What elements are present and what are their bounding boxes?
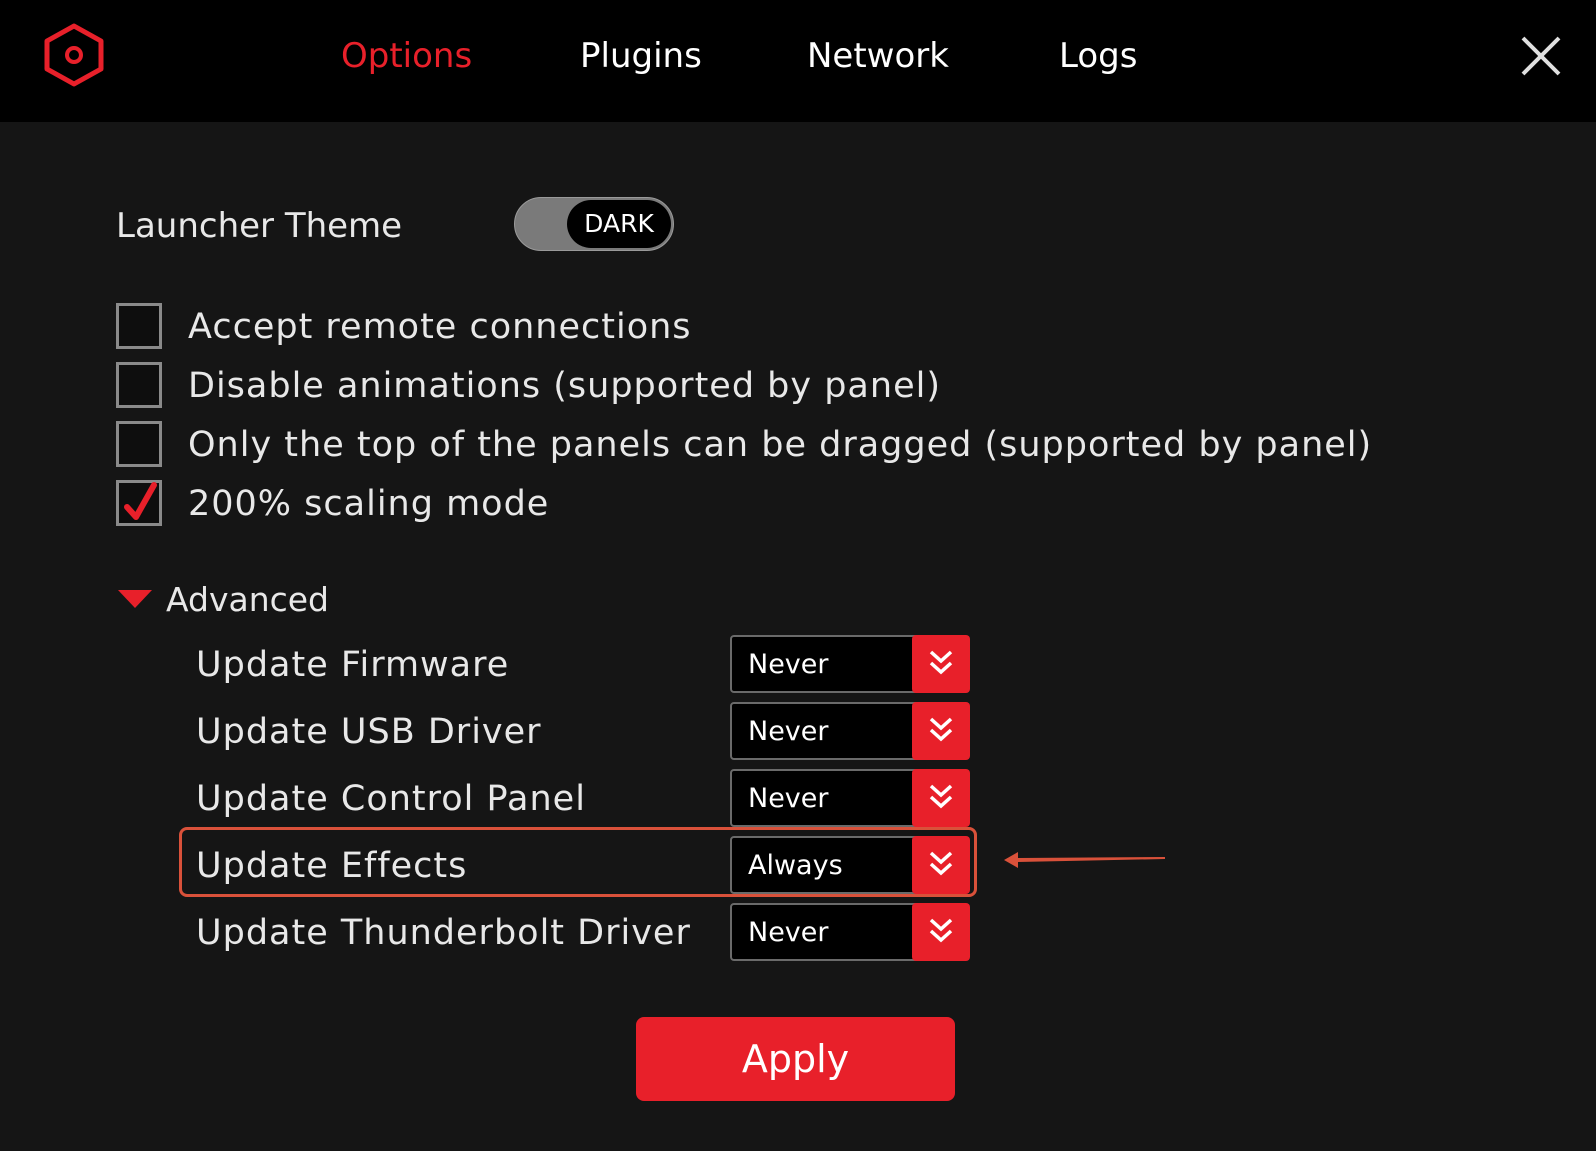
select-value: Never bbox=[748, 917, 829, 948]
checkbox-label: Disable animations (supported by panel) bbox=[188, 366, 941, 406]
disable-animations-option[interactable]: Disable animations (supported by panel) bbox=[116, 362, 946, 410]
highlight-box bbox=[179, 827, 977, 897]
update-thunderbolt-driver-select[interactable]: Never bbox=[730, 903, 970, 961]
apply-button[interactable]: Apply bbox=[636, 1017, 955, 1101]
checkbox-label: Only the top of the panels can be dragge… bbox=[188, 425, 1373, 465]
update-control-panel-label: Update Control Panel bbox=[196, 779, 586, 819]
select-value: Never bbox=[748, 783, 829, 814]
update-firmware-select[interactable]: Never bbox=[730, 635, 970, 693]
tab-logs[interactable]: Logs bbox=[1059, 34, 1137, 78]
launcher-theme-label: Launcher Theme bbox=[116, 206, 403, 246]
update-control-panel-select[interactable]: Never bbox=[730, 769, 970, 827]
chevron-double-down-icon[interactable] bbox=[912, 769, 970, 827]
tab-plugins[interactable]: Plugins bbox=[580, 34, 702, 78]
chevron-double-down-icon[interactable] bbox=[912, 903, 970, 961]
top-bar: Options Plugins Network Logs bbox=[0, 0, 1596, 122]
accept-remote-connections-option[interactable]: Accept remote connections bbox=[116, 303, 736, 351]
caret-down-icon bbox=[118, 590, 152, 608]
checkmark-icon bbox=[124, 482, 157, 520]
annotation-arrow bbox=[1004, 852, 1165, 868]
update-firmware-label: Update Firmware bbox=[196, 645, 510, 685]
disable-animations-checkbox[interactable] bbox=[116, 362, 162, 408]
update-usb-driver-label: Update USB Driver bbox=[196, 712, 542, 752]
tab-options[interactable]: Options bbox=[341, 34, 472, 78]
tab-network[interactable]: Network bbox=[807, 34, 949, 78]
advanced-section-toggle[interactable]: Advanced bbox=[118, 578, 338, 622]
top-drag-only-checkbox[interactable] bbox=[116, 421, 162, 467]
select-value: Never bbox=[748, 649, 829, 680]
update-thunderbolt-driver-label: Update Thunderbolt Driver bbox=[196, 913, 691, 953]
scaling-mode-checkbox[interactable] bbox=[116, 480, 162, 526]
theme-toggle-value: DARK bbox=[567, 200, 671, 248]
theme-toggle[interactable]: DARK bbox=[514, 197, 674, 251]
accept-remote-connections-checkbox[interactable] bbox=[116, 303, 162, 349]
scaling-mode-option[interactable]: 200% scaling mode bbox=[116, 480, 576, 528]
checkbox-label: 200% scaling mode bbox=[188, 484, 550, 524]
hexagon-logo-icon bbox=[42, 22, 106, 88]
chevron-double-down-icon[interactable] bbox=[912, 702, 970, 760]
chevron-double-down-icon[interactable] bbox=[912, 635, 970, 693]
checkbox-label: Accept remote connections bbox=[188, 307, 692, 347]
advanced-label: Advanced bbox=[166, 580, 330, 619]
update-usb-driver-select[interactable]: Never bbox=[730, 702, 970, 760]
close-icon[interactable] bbox=[1519, 34, 1563, 78]
top-drag-only-option[interactable]: Only the top of the panels can be dragge… bbox=[116, 421, 1371, 469]
select-value: Never bbox=[748, 716, 829, 747]
